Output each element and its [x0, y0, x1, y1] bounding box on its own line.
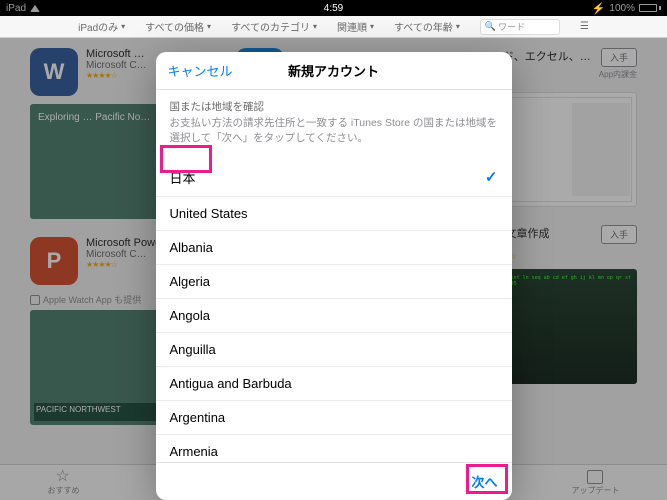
country-item-japan[interactable]: 日本 ✓	[156, 159, 512, 197]
filter-bar: iPadのみ▾ すべての価格▾ すべてのカテゴリ▾ 関連順▾ すべての年齢▾ 🔍…	[0, 16, 667, 38]
list-view-icon[interactable]: ☰	[580, 21, 589, 32]
checkmark-icon: ✓	[485, 168, 498, 186]
next-button[interactable]: 次へ	[471, 472, 497, 491]
status-bar: iPad 4:59 ⚡ 100%	[0, 0, 667, 16]
country-item[interactable]: Albania	[156, 231, 512, 265]
search-input[interactable]: 🔍 ワード	[480, 19, 560, 35]
device-label: iPad	[6, 3, 26, 14]
filter-price[interactable]: すべての価格▾	[145, 19, 211, 34]
country-item[interactable]: Angola	[156, 299, 512, 333]
country-item[interactable]: Algeria	[156, 265, 512, 299]
new-account-modal: キャンセル 新規アカウント 国または地域を確認 お支払い方法の請求先住所と一致す…	[156, 52, 512, 500]
country-item[interactable]: United States	[156, 197, 512, 231]
country-item[interactable]: Armenia	[156, 435, 512, 462]
clock: 4:59	[324, 3, 343, 14]
country-item[interactable]: Argentina	[156, 401, 512, 435]
country-item[interactable]: Anguilla	[156, 333, 512, 367]
filter-age[interactable]: すべての年齢▾	[394, 19, 460, 34]
instruction-text: 国または地域を確認 お支払い方法の請求先住所と一致する iTunes Store…	[156, 90, 512, 159]
instruction-body: お支払い方法の請求先住所と一致する iTunes Store の国または地域を選…	[170, 116, 498, 146]
country-list[interactable]: 日本 ✓ United States Albania Algeria Angol…	[156, 159, 512, 462]
modal-header: キャンセル 新規アカウント	[156, 52, 512, 90]
country-item[interactable]: Antigua and Barbuda	[156, 367, 512, 401]
filter-category[interactable]: すべてのカテゴリ▾	[231, 19, 317, 34]
instruction-title: 国または地域を確認	[170, 100, 498, 115]
modal-footer: 次へ	[156, 462, 512, 500]
charging-icon: ⚡	[592, 2, 606, 15]
search-icon: 🔍	[485, 21, 496, 32]
filter-device[interactable]: iPadのみ▾	[78, 19, 125, 34]
battery-icon	[639, 4, 661, 12]
battery-percent: 100%	[609, 3, 635, 14]
filter-sort[interactable]: 関連順▾	[337, 19, 374, 34]
wifi-icon	[30, 5, 40, 12]
modal-title: 新規アカウント	[288, 61, 379, 80]
cancel-button[interactable]: キャンセル	[168, 61, 233, 80]
